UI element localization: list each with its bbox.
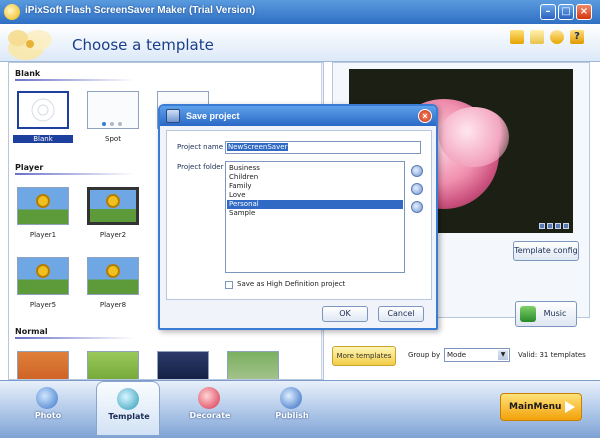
group-by-value: Mode	[447, 351, 467, 359]
note-icon[interactable]	[530, 30, 544, 44]
folder-item[interactable]: Family	[227, 182, 403, 191]
main-menu-button[interactable]: MainMenu	[500, 393, 582, 421]
maximize-button[interactable]: □	[558, 4, 574, 20]
template-filter-bar: More templates Group by Mode ▼ Valid: 31…	[328, 344, 592, 368]
globe-icon	[280, 387, 302, 409]
rename-folder-icon[interactable]	[411, 183, 423, 195]
tab-publish[interactable]: Publish	[260, 385, 324, 435]
tab-photo-label: Photo	[34, 411, 62, 420]
app-logo-icon	[4, 4, 20, 20]
add-folder-icon[interactable]	[411, 165, 423, 177]
dialog-title: Save project	[186, 111, 240, 121]
title-bar: iPixSoft Flash ScreenSaver Maker (Trial …	[0, 0, 600, 24]
section-title-normal: Normal	[15, 327, 48, 336]
hd-checkbox[interactable]	[225, 281, 233, 289]
dialog-title-bar: Save project ×	[160, 106, 436, 126]
minimize-button[interactable]: –	[540, 4, 556, 20]
template-thumb-player2[interactable]	[87, 187, 139, 225]
close-window-button[interactable]: ×	[576, 4, 592, 20]
template-thumb-normal1[interactable]	[17, 351, 69, 379]
template-thumb-player8[interactable]	[87, 257, 139, 295]
flower-logo-icon	[8, 30, 52, 60]
folder-item[interactable]: Children	[227, 173, 403, 182]
group-by-select[interactable]: Mode ▼	[444, 348, 510, 362]
project-folder-label: Project folder	[177, 163, 224, 171]
valid-templates-count: Valid: 31 templates	[518, 351, 586, 359]
template-label-player1: Player1	[29, 231, 57, 239]
music-icon	[520, 306, 536, 322]
project-name-value: NewScreenSaver	[227, 143, 289, 151]
section-divider	[15, 337, 135, 339]
project-name-input[interactable]: NewScreenSaver	[225, 141, 421, 154]
template-thumb-player5[interactable]	[17, 257, 69, 295]
blank-pattern-icon	[31, 98, 55, 122]
template-label-spot: Spot	[105, 135, 121, 143]
dialog-body: Project name NewScreenSaver Project fold…	[166, 130, 432, 300]
folder-item[interactable]: Sample	[227, 209, 403, 218]
ok-button[interactable]: OK	[322, 306, 368, 322]
tab-template[interactable]: Template	[96, 381, 160, 435]
folder-item-selected[interactable]: Personal	[227, 200, 403, 209]
tab-decorate-label: Decorate	[189, 411, 231, 420]
delete-folder-icon[interactable]	[411, 201, 423, 213]
user-icon[interactable]	[550, 30, 564, 44]
next-icon[interactable]	[555, 223, 561, 229]
help-icon[interactable]: ?	[570, 30, 584, 44]
template-icon	[117, 388, 139, 410]
bottom-nav: Photo Template Decorate Publish MainMenu	[0, 380, 600, 438]
tab-decorate[interactable]: Decorate	[178, 385, 242, 435]
template-thumb-spot[interactable]	[87, 91, 139, 129]
page-title: Choose a template	[72, 36, 214, 54]
section-title-blank: Blank	[15, 69, 41, 78]
tab-photo[interactable]: Photo	[16, 385, 80, 435]
template-config-button[interactable]: Template config	[513, 241, 579, 261]
hd-checkbox-label: Save as High Definition project	[237, 280, 346, 288]
save-project-dialog: Save project × Project name NewScreenSav…	[158, 104, 438, 330]
music-button[interactable]: Music	[515, 301, 577, 327]
template-label-player2: Player2	[99, 231, 127, 239]
folder-item[interactable]: Business	[227, 164, 403, 173]
template-label-blank: Blank	[13, 135, 73, 143]
save-icon	[166, 109, 180, 123]
cancel-button[interactable]: Cancel	[378, 306, 424, 322]
template-thumb-blank[interactable]	[17, 91, 69, 129]
tab-publish-label: Publish	[275, 411, 309, 420]
page-header: Choose a template ?	[0, 24, 600, 62]
folder-item[interactable]: Love	[227, 191, 403, 200]
arrow-right-icon	[565, 401, 575, 413]
template-thumb-normal2[interactable]	[87, 351, 139, 379]
section-title-player: Player	[15, 163, 44, 172]
chevron-down-icon: ▼	[498, 350, 508, 360]
rose-highlight	[439, 107, 509, 167]
stop-icon[interactable]	[563, 223, 569, 229]
section-divider	[15, 173, 135, 175]
window-title: iPixSoft Flash ScreenSaver Maker (Trial …	[25, 5, 256, 16]
tab-template-label: Template	[108, 412, 150, 421]
template-label-player8: Player8	[99, 301, 127, 309]
more-templates-button[interactable]: More templates	[332, 346, 396, 366]
section-divider	[15, 79, 135, 81]
heart-icon	[198, 387, 220, 409]
music-button-label: Music	[543, 309, 567, 318]
group-by-label: Group by	[408, 351, 441, 359]
template-thumb-player1[interactable]	[17, 187, 69, 225]
main-menu-label: MainMenu	[509, 402, 562, 412]
dialog-close-button[interactable]: ×	[418, 109, 432, 123]
project-folder-list[interactable]: Business Children Family Love Personal S…	[225, 161, 405, 273]
folder-icon[interactable]	[510, 30, 524, 44]
template-thumb-normal4[interactable]	[227, 351, 279, 379]
template-label-player5: Player5	[29, 301, 57, 309]
play-icon[interactable]	[547, 223, 553, 229]
photo-icon	[36, 387, 58, 409]
template-thumb-normal3[interactable]	[157, 351, 209, 379]
app-window: iPixSoft Flash ScreenSaver Maker (Trial …	[0, 0, 600, 438]
prev-icon[interactable]	[539, 223, 545, 229]
project-name-label: Project name	[177, 143, 224, 151]
